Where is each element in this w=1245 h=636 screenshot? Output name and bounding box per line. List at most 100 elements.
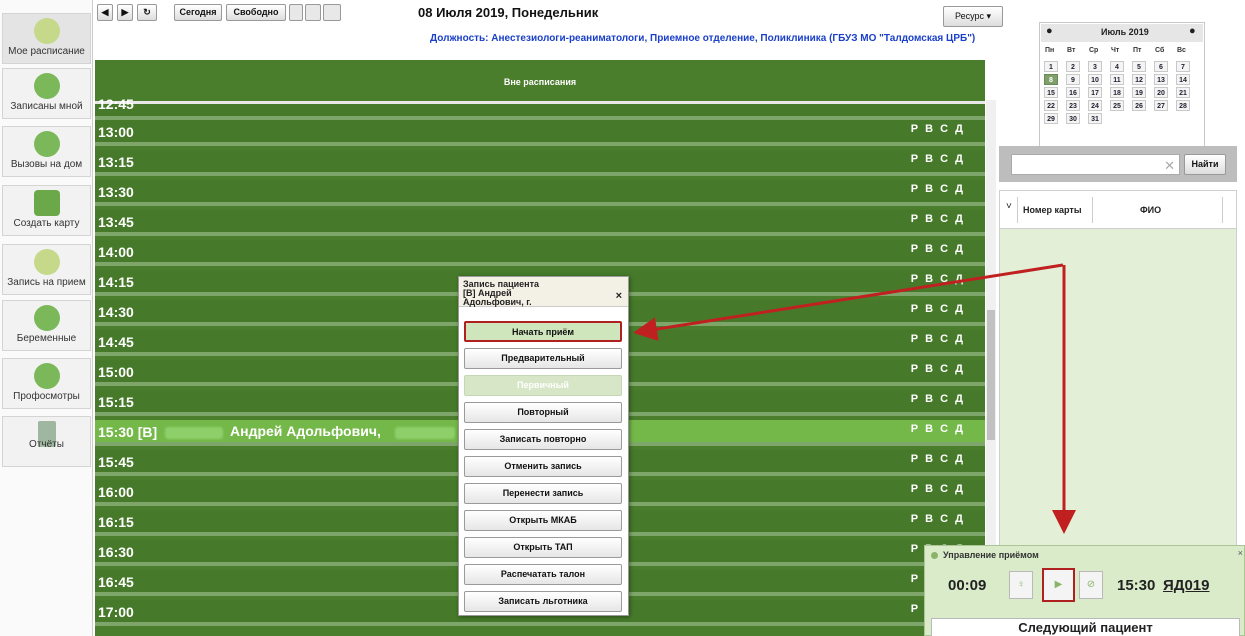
calendar-next-icon[interactable]: ● — [1189, 25, 1196, 37]
sidebar-item-home-calls[interactable]: Вызовы на дом — [2, 126, 91, 177]
slot-codes[interactable]: Р В С Д — [911, 363, 965, 375]
slot-codes[interactable]: Р В С Д — [911, 453, 965, 465]
popup-action-button[interactable]: Отменить запись — [464, 456, 622, 477]
popup-action-button[interactable]: Записать льготника — [464, 591, 622, 612]
calendar-day[interactable]: 6 — [1154, 61, 1168, 72]
calendar-day[interactable]: 15 — [1044, 87, 1058, 98]
calendar-day[interactable]: 27 — [1154, 100, 1168, 111]
calendar-day[interactable]: 7 — [1176, 61, 1190, 72]
calendar-day[interactable]: 4 — [1110, 61, 1124, 72]
slot-codes[interactable]: Р В С Д — [911, 483, 965, 495]
today-button[interactable]: Сегодня — [174, 4, 222, 21]
calendar-day[interactable]: 11 — [1110, 74, 1124, 85]
calendar-prev-icon[interactable]: ● — [1046, 25, 1053, 37]
resource-dropdown[interactable]: Ресурс ▾ — [943, 6, 1003, 27]
calendar-day[interactable]: 1 — [1044, 61, 1058, 72]
popup-action-button[interactable]: Повторный — [464, 402, 622, 423]
calendar-day[interactable]: 29 — [1044, 113, 1058, 124]
play-button[interactable]: ▶ — [1042, 568, 1075, 602]
calendar-day[interactable]: 30 — [1066, 113, 1080, 124]
slot-codes[interactable]: Р В С Д — [911, 213, 965, 225]
schedule-slot[interactable]: 13:30 Р В С Д — [95, 180, 985, 206]
slot-time: 13:00 — [98, 124, 134, 140]
popup-action-button[interactable]: Перенести запись — [464, 483, 622, 504]
calendar-day[interactable]: 9 — [1066, 74, 1080, 85]
calendar-day[interactable]: 19 — [1132, 87, 1146, 98]
calendar-day[interactable]: 28 — [1176, 100, 1190, 111]
calendar-day[interactable]: 31 — [1088, 113, 1102, 124]
next-patient-button[interactable]: Следующий пациент — [931, 618, 1240, 636]
calendar-day[interactable]: 14 — [1176, 74, 1190, 85]
calendar-day[interactable]: 2 — [1066, 61, 1080, 72]
sort-icon[interactable]: ˅ — [1006, 201, 1012, 212]
slot-codes[interactable]: Р В С Д — [911, 123, 965, 135]
calendar-day[interactable]: 25 — [1110, 100, 1124, 111]
position-info: Должность: Анестезиологи-реаниматологи, … — [430, 33, 976, 44]
control-close-button[interactable]: × — [1238, 548, 1243, 558]
calendar-day[interactable]: 24 — [1088, 100, 1102, 111]
calendar-day[interactable]: 16 — [1066, 87, 1080, 98]
popup-action-button[interactable]: Открыть ТАП — [464, 537, 622, 558]
off-schedule-header[interactable]: Вне расписания — [95, 73, 985, 104]
sidebar-item-checkups[interactable]: Профосмотры — [2, 358, 91, 409]
slot-codes[interactable]: Р В С Д — [911, 423, 965, 435]
calendar-day[interactable]: 26 — [1132, 100, 1146, 111]
schedule-slot[interactable]: 12:45 — [95, 96, 985, 120]
free-button[interactable]: Свободно — [226, 4, 286, 21]
slot-codes[interactable]: Р В С Д — [911, 243, 965, 255]
slot-codes[interactable]: Р В С Д — [911, 513, 965, 525]
search-input[interactable]: ✕ — [1011, 154, 1180, 175]
alarm-icon[interactable] — [323, 4, 341, 21]
clock-icon[interactable] — [305, 4, 321, 21]
sidebar-item-reports[interactable]: Отчёты — [2, 416, 91, 467]
popup-action-button[interactable]: Записать повторно — [464, 429, 622, 450]
calendar-day[interactable]: 8 — [1044, 74, 1058, 85]
schedule-slot[interactable]: 13:00 Р В С Д — [95, 120, 985, 146]
slot-time: 13:45 — [98, 214, 134, 230]
patient-name: Андрей Адольфович, — [230, 423, 381, 439]
sidebar-item-pregnant[interactable]: Беременные — [2, 300, 91, 351]
slot-codes[interactable]: Р В С Д — [911, 333, 965, 345]
schedule-slot[interactable]: 13:15 Р В С Д — [95, 150, 985, 176]
slot-codes[interactable]: Р В С Д — [911, 273, 965, 285]
sidebar-item-create-card[interactable]: Создать карту — [2, 185, 91, 236]
slot-codes[interactable]: Р В С Д — [911, 303, 965, 315]
schedule-slot[interactable]: 13:45 Р В С Д — [95, 210, 985, 236]
list-view-icon[interactable] — [289, 4, 303, 21]
calendar-day[interactable]: 23 — [1066, 100, 1080, 111]
column-card-number[interactable]: Номер карты — [1023, 205, 1082, 215]
calendar-day[interactable]: 21 — [1176, 87, 1190, 98]
popup-action-button[interactable]: Начать приём — [464, 321, 622, 342]
slot-codes[interactable]: Р В С Д — [911, 183, 965, 195]
patient-code-link[interactable]: ЯД019 — [1163, 577, 1210, 594]
calendar-day[interactable]: 5 — [1132, 61, 1146, 72]
calendar-day[interactable]: 17 — [1088, 87, 1102, 98]
column-fio[interactable]: ФИО — [1140, 205, 1161, 215]
calendar-day[interactable]: 13 — [1154, 74, 1168, 85]
next-button[interactable]: ▶ — [117, 4, 133, 21]
popup-action-button[interactable]: Распечатать талон — [464, 564, 622, 585]
popup-action-button[interactable]: Открыть МКАБ — [464, 510, 622, 531]
slot-time: 14:15 — [98, 274, 134, 290]
hint-icon[interactable]: ♀ — [1009, 571, 1033, 599]
calendar-day[interactable]: 20 — [1154, 87, 1168, 98]
calendar-day[interactable]: 18 — [1110, 87, 1124, 98]
find-button[interactable]: Найти — [1184, 154, 1226, 175]
calendar-day[interactable]: 10 — [1088, 74, 1102, 85]
sidebar-item-appointment[interactable]: Запись на прием — [2, 244, 91, 295]
calendar-day[interactable]: 22 — [1044, 100, 1058, 111]
prev-button[interactable]: ◀ — [97, 4, 113, 21]
slot-codes[interactable]: Р В С Д — [911, 153, 965, 165]
sidebar-item-my-schedule[interactable]: Мое расписание — [2, 13, 91, 64]
popup-close-button[interactable]: × — [616, 290, 622, 302]
popup-action-button[interactable]: Предварительный — [464, 348, 622, 369]
stop-icon[interactable]: ⊘ — [1079, 571, 1103, 599]
slot-codes[interactable]: Р В С Д — [911, 393, 965, 405]
calendar-day[interactable]: 3 — [1088, 61, 1102, 72]
sidebar-item-booked-by-me[interactable]: Записаны мной — [2, 68, 91, 119]
calendar-day[interactable]: 12 — [1132, 74, 1146, 85]
schedule-scrollbar-thumb[interactable] — [987, 310, 995, 440]
refresh-button[interactable]: ↻ — [137, 4, 157, 21]
schedule-slot[interactable]: 14:00 Р В С Д — [95, 240, 985, 266]
clear-icon[interactable]: ✕ — [1164, 158, 1175, 174]
